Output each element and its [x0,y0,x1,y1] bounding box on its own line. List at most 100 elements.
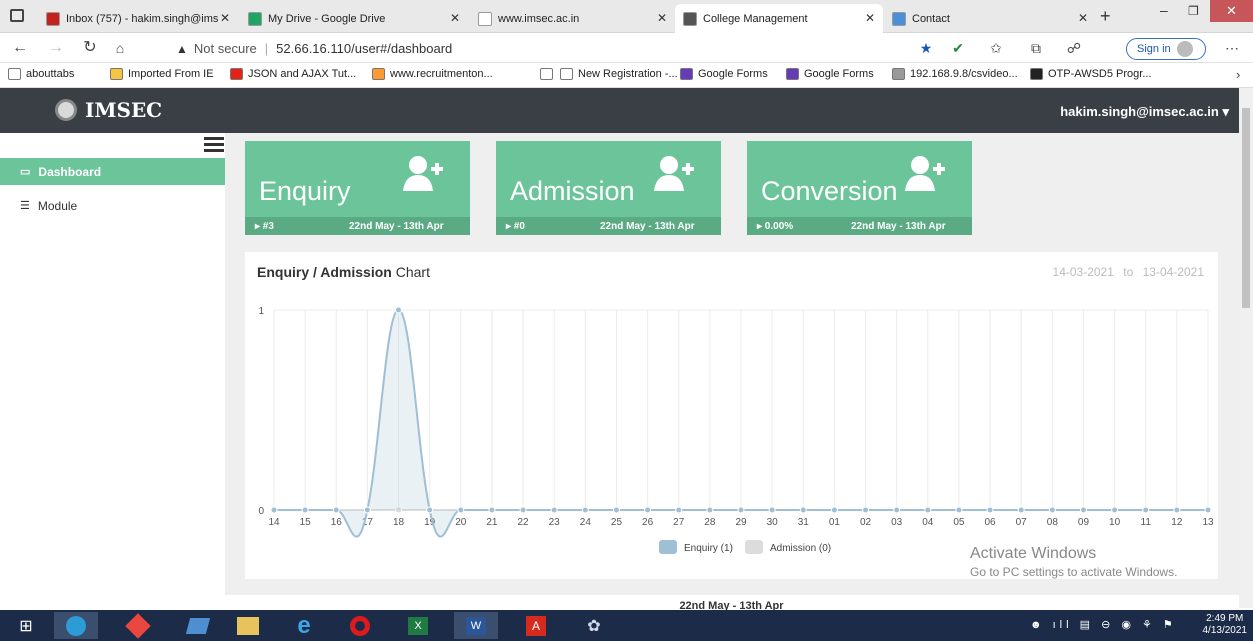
close-tab-icon[interactable]: ✕ [450,11,460,25]
data-point [301,506,309,514]
sidebar-item-dashboard[interactable]: ▭ Dashboard [0,158,225,185]
star-icon[interactable]: ★ [916,40,936,57]
card-footer: ▸ 0.00% 22nd May - 13th Apr [747,217,972,235]
notepad-icon[interactable] [176,612,220,639]
more-menu-icon[interactable]: ⋯ [1222,40,1242,57]
legend-label: Enquiry (1) [684,543,733,554]
bookmark-item[interactable]: New Registration -... [560,68,678,80]
close-tab-icon[interactable]: ✕ [657,11,667,25]
reload-icon[interactable]: ↻ [80,39,100,57]
bookmark-label: OTP-AWSD5 Progr... [1048,68,1152,80]
bookmark-item[interactable]: Google Forms [680,68,768,80]
clock-time: 2:49 PM [1206,613,1244,624]
bookmark-label: www.recruitmenton... [390,68,493,80]
stat-card-conversion[interactable]: Conversion ▸ 0.00% 22nd May - 13th Apr [747,141,972,235]
brand-logo[interactable]: IMSEC [55,98,162,122]
tab-favicon-icon [683,11,697,26]
bookmark-item[interactable] [540,68,558,80]
excel-icon[interactable]: X [396,612,440,639]
close-tab-icon[interactable]: ✕ [1078,11,1088,25]
file-explorer-icon[interactable] [226,612,270,639]
minimize-button[interactable]: – [1160,2,1168,18]
chart-panel: Enquiry / Admission Chart 14-03-2021 to … [245,252,1218,579]
bookmark-item[interactable]: Google Forms [786,68,874,80]
x-tick-label: 03 [891,517,903,528]
word-icon[interactable]: W [454,612,498,639]
bookmark-item[interactable]: www.recruitmenton... [372,68,493,80]
bookmark-icon [110,68,123,80]
card-footer: ▸ #3 22nd May - 13th Apr [245,217,470,235]
close-window-button[interactable]: ✕ [1210,0,1253,22]
checkmark-icon[interactable]: ✔ [948,40,968,57]
close-tab-icon[interactable]: ✕ [220,11,230,25]
date-to-label: to [1123,265,1134,279]
scrollbar-thumb[interactable] [1242,108,1250,308]
laptop-icon: ▭ [20,166,31,178]
tab-actions-icon[interactable] [10,9,24,22]
x-tick-label: 08 [1047,517,1059,528]
edge-browser-icon[interactable] [54,612,98,639]
windows-activation-watermark: Activate Windows Go to PC settings to ac… [970,545,1177,579]
date-from: 14-03-2021 [1052,265,1114,279]
data-point [768,506,776,514]
chevron-right-icon[interactable]: › [1236,67,1240,82]
browser-tab[interactable]: www.imsec.ac.in ✕ [470,4,675,33]
data-point [893,506,901,514]
bookmark-icon [560,68,573,80]
x-tick-label: 04 [922,517,934,528]
card-range: 22nd May - 13th Apr [600,220,695,232]
url-field[interactable]: ▲ Not secure | 52.66.16.110/user#/dashbo… [176,37,946,60]
browser-tab[interactable]: My Drive - Google Drive ✕ [240,4,468,33]
data-point [550,506,558,514]
bookmark-item[interactable]: 192.168.9.8/csvideo... [892,68,1018,80]
favorites-icon[interactable]: ✩ [986,40,1006,57]
profile-share-icon[interactable]: ☍ [1064,40,1084,57]
anydesk-icon[interactable] [116,612,160,639]
stat-card-enquiry[interactable]: Enquiry ▸ #3 22nd May - 13th Apr [245,141,470,235]
system-tray-icons[interactable]: ☻ ıll ▤ ⊖ ◉ ⚘ ⚑ [1030,618,1177,631]
bookmark-item[interactable]: Imported From IE [110,68,214,80]
close-tab-icon[interactable]: ✕ [865,11,875,25]
url-separator: | [264,41,269,56]
data-point [457,506,465,514]
bookmark-item[interactable]: JSON and AJAX Tut... [230,68,356,80]
card-range: 22nd May - 13th Apr [851,220,946,232]
sign-in-button[interactable]: Sign in [1126,38,1206,60]
internet-explorer-icon[interactable]: e [282,612,326,639]
x-tick-label: 13 [1202,517,1214,528]
tab-favicon-icon [248,11,262,26]
maximize-button[interactable]: ❐ [1188,4,1199,18]
data-point [862,506,870,514]
page-scrollbar[interactable] [1239,88,1253,608]
sidebar-item-module[interactable]: ☰ Module [0,192,225,219]
paint-icon[interactable]: ✿ [572,612,616,639]
data-point [924,506,932,514]
x-tick-label: 31 [798,517,810,528]
data-point [1048,506,1056,514]
x-tick-label: 20 [455,517,467,528]
bookmark-item[interactable]: OTP-AWSD5 Progr... [1030,68,1152,80]
forward-arrow-icon[interactable]: → [46,39,66,57]
collections-icon[interactable]: ⧉ [1026,40,1046,57]
bookmark-label: New Registration -... [578,68,678,80]
acrobat-icon[interactable]: A [514,612,558,639]
taskbar-clock[interactable]: 2:49 PM 4/13/2021 [1203,613,1248,637]
data-point [581,506,589,514]
data-point [1079,506,1087,514]
x-tick-label: 16 [331,517,343,528]
browser-tab[interactable]: College Management ✕ [675,4,883,33]
start-windows-icon[interactable]: ⊞ [4,612,48,639]
new-tab-button[interactable]: + [1100,6,1111,27]
browser-tab[interactable]: Contact ✕ [884,4,1096,33]
chart-date-range[interactable]: 14-03-2021 to 13-04-2021 [1053,265,1204,279]
sign-in-label: Sign in [1137,43,1171,55]
home-icon[interactable]: ⌂ [110,39,130,57]
stat-card-admission[interactable]: Admission ▸ #0 22nd May - 13th Apr [496,141,721,235]
user-menu-dropdown[interactable]: hakim.singh@imsec.ac.in ▾ [1060,104,1229,120]
watermark-line1: Activate Windows [970,545,1097,562]
back-arrow-icon[interactable]: ← [10,39,30,57]
bookmark-item[interactable]: abouttabs [8,68,74,80]
opera-icon[interactable] [338,612,382,639]
hamburger-menu-icon[interactable] [204,137,224,152]
browser-tab[interactable]: Inbox (757) - hakim.singh@ims ✕ [38,4,238,33]
